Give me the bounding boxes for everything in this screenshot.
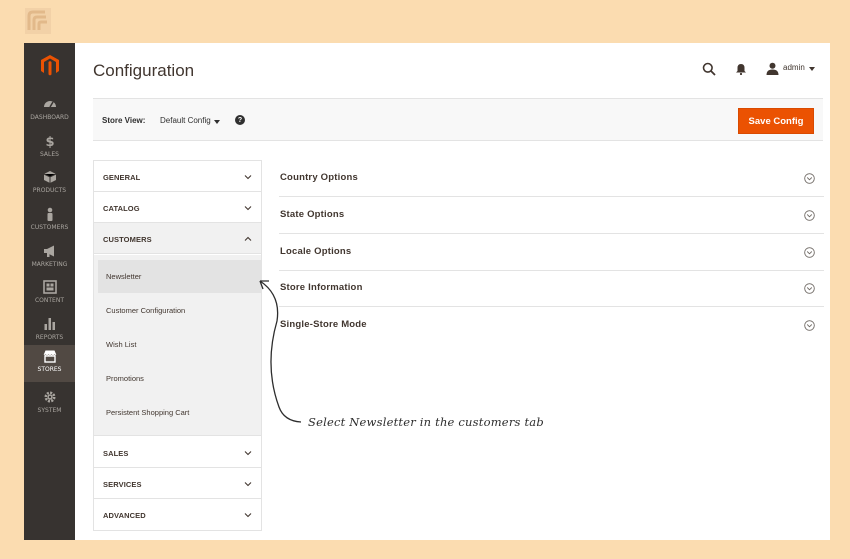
- tab-general[interactable]: GENERAL: [94, 161, 261, 192]
- nav-item-stores[interactable]: STORES: [24, 345, 75, 382]
- nav-item-content[interactable]: CONTENT: [24, 276, 75, 313]
- nav-label: CONTENT: [34, 297, 64, 304]
- submenu-item-label: Promotions: [106, 374, 144, 383]
- search-icon[interactable]: [702, 62, 716, 76]
- help-icon[interactable]: ?: [235, 115, 245, 125]
- tab-advanced[interactable]: ADVANCED: [94, 499, 261, 530]
- admin-window: DASHBOARD $ SALES PRODUCTS CUSTOMERS MAR…: [24, 43, 830, 540]
- section-locale-options[interactable]: Locale Options: [279, 234, 824, 271]
- magento-logo[interactable]: [24, 43, 75, 87]
- cube-icon: [43, 171, 56, 183]
- nav-item-products[interactable]: PRODUCTS: [24, 166, 75, 203]
- nav-item-sales[interactable]: $ SALES: [24, 130, 75, 167]
- expand-circle-icon[interactable]: [804, 173, 815, 184]
- chevron-down-icon[interactable]: [809, 67, 815, 71]
- person-icon: [47, 207, 52, 221]
- save-config-button[interactable]: Save Config: [738, 108, 814, 134]
- tab-label: GENERAL: [103, 173, 141, 182]
- submenu-item-label: Customer Configuration: [106, 306, 186, 315]
- expand-circle-icon[interactable]: [804, 283, 815, 294]
- section-title: Locale Options: [280, 246, 352, 257]
- nav-item-customers[interactable]: CUSTOMERS: [24, 203, 75, 240]
- nav-label: REPORTS: [35, 334, 64, 341]
- nav-label: SYSTEM: [37, 407, 62, 414]
- nav-label: STORES: [37, 366, 62, 373]
- chevron-down-icon: [244, 451, 252, 456]
- tab-label: CUSTOMERS: [103, 235, 152, 244]
- nav-label: MARKETING: [31, 261, 68, 268]
- megaphone-icon: [43, 245, 54, 257]
- tab-label: SERVICES: [103, 480, 142, 489]
- submenu-item-label: Newsletter: [106, 272, 142, 281]
- tab-label: SALES: [103, 449, 129, 458]
- submenu-item-label: Wish List: [106, 340, 137, 349]
- nav-item-marketing[interactable]: MARKETING: [24, 240, 75, 277]
- store-icon: [43, 350, 56, 363]
- chevron-down-icon: [244, 482, 252, 487]
- tab-label: ADVANCED: [103, 511, 146, 520]
- nav-label: PRODUCTS: [32, 187, 67, 194]
- tab-sales[interactable]: SALES: [94, 437, 261, 468]
- chevron-down-icon[interactable]: [214, 120, 220, 124]
- section-title: Country Options: [280, 172, 358, 183]
- page-title: Configuration: [93, 61, 195, 80]
- admin-sidebar: DASHBOARD $ SALES PRODUCTS CUSTOMERS MAR…: [24, 43, 75, 540]
- store-view-label: Store View:: [102, 116, 146, 125]
- submenu-item-label: Persistent Shopping Cart: [106, 408, 190, 417]
- svg-text:$: $: [45, 135, 54, 148]
- annotation-arrow-icon: [259, 280, 302, 423]
- magento-logo-icon: [40, 55, 59, 76]
- expand-circle-icon[interactable]: [804, 210, 815, 221]
- nav-label: DASHBOARD: [30, 114, 69, 121]
- chevron-down-icon: [244, 206, 252, 211]
- chevron-up-icon: [244, 236, 252, 241]
- nav-label: SALES: [40, 151, 59, 158]
- chevron-down-icon: [244, 175, 252, 180]
- store-view-bar: Store View: Default Config ? Save Config: [93, 98, 823, 141]
- section-single-store-mode[interactable]: Single-Store Mode: [279, 307, 824, 344]
- dashboard-icon: [43, 101, 56, 108]
- nav-item-system[interactable]: SYSTEM: [24, 386, 75, 423]
- nav-label: CUSTOMERS: [30, 224, 69, 231]
- store-view-switcher[interactable]: Default Config: [160, 116, 211, 125]
- content-icon: [42, 280, 57, 294]
- admin-user-menu[interactable]: admin: [783, 63, 805, 72]
- user-icon[interactable]: [766, 62, 779, 75]
- chevron-down-icon: [244, 513, 252, 518]
- tab-services[interactable]: SERVICES: [94, 468, 261, 499]
- annotation-text: Select Newsletter in the customers tab: [308, 415, 544, 429]
- expand-circle-icon[interactable]: [804, 247, 815, 258]
- gear-icon: [44, 391, 55, 403]
- section-state-options[interactable]: State Options: [279, 197, 824, 234]
- bell-icon[interactable]: [735, 63, 747, 75]
- brand-logo-icon: [25, 8, 51, 34]
- expand-circle-icon[interactable]: [804, 320, 815, 331]
- tab-catalog[interactable]: CATALOG: [94, 192, 261, 223]
- dollar-icon: $: [45, 135, 54, 148]
- section-title: State Options: [280, 209, 345, 220]
- section-store-information[interactable]: Store Information: [279, 270, 824, 307]
- nav-item-dashboard[interactable]: DASHBOARD: [24, 93, 75, 130]
- tab-label: CATALOG: [103, 204, 140, 213]
- section-country-options[interactable]: Country Options: [279, 160, 824, 197]
- bar-chart-icon: [44, 318, 55, 330]
- tab-customers[interactable]: CUSTOMERS: [94, 223, 261, 254]
